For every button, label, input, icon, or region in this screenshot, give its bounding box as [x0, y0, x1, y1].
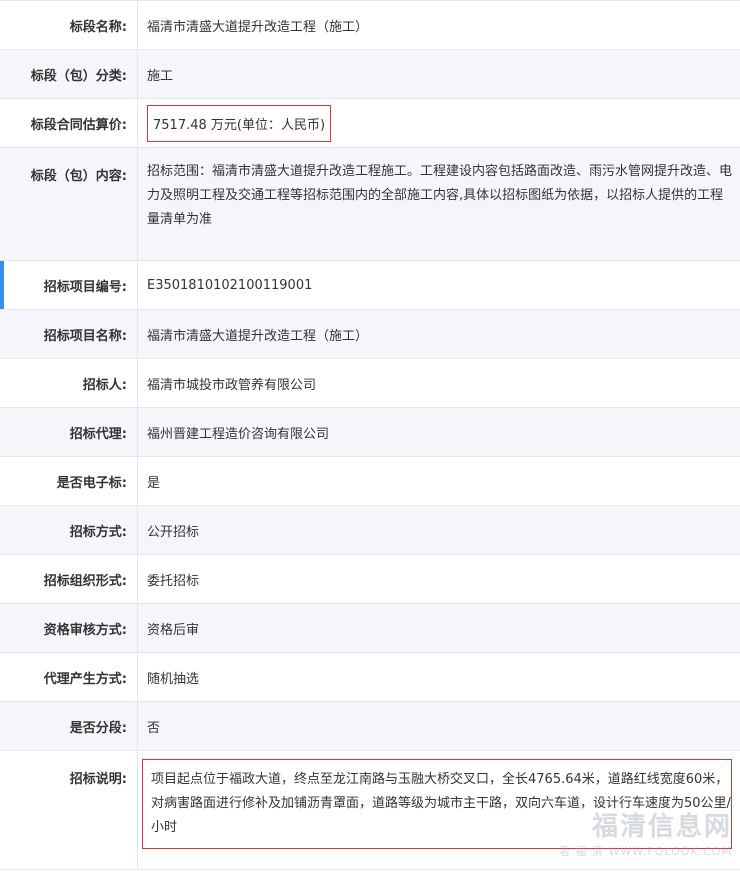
label-contract-estimate: 标段合同估算价: — [0, 99, 138, 147]
row-electronic-bid: 是否电子标: 是 — [0, 457, 740, 506]
row-project-name: 招标项目名称: 福清市清盛大道提升改造工程（施工） — [0, 310, 740, 359]
row-section-name: 标段名称: 福清市清盛大道提升改造工程（施工） — [0, 1, 740, 50]
row-agency: 招标代理: 福州晋建工程造价咨询有限公司 — [0, 408, 740, 457]
label-agency-selection: 代理产生方式: — [0, 653, 138, 701]
row-tender-method: 招标方式: 公开招标 — [0, 506, 740, 555]
value-qualification-review: 资格后审 — [147, 622, 200, 638]
row-organization-form: 招标组织形式: 委托招标 — [0, 555, 740, 604]
label-tender-method: 招标方式: — [0, 506, 138, 554]
label-project-number: 招标项目编号: — [0, 261, 138, 309]
row-contract-estimate: 标段合同估算价: 7517.48 万元(单位：人民币) — [0, 99, 740, 148]
label-electronic-bid: 是否电子标: — [0, 457, 138, 505]
value-tenderer: 福清市城投市政管养有限公司 — [147, 377, 317, 393]
value-section-category: 施工 — [147, 68, 174, 84]
label-qualification-review: 资格审核方式: — [0, 604, 138, 652]
row-section-content: 标段（包）内容: 招标范围：福清市清盛大道提升改造工程施工。工程建设内容包括路面… — [0, 148, 740, 261]
value-contract-estimate: 7517.48 万元(单位：人民币) — [147, 104, 332, 142]
value-contract-estimate-cell: 7517.48 万元(单位：人民币) — [138, 99, 740, 147]
value-project-number: E3501810102100119001 — [147, 277, 313, 293]
value-project-name: 福清市清盛大道提升改造工程（施工） — [147, 328, 369, 344]
label-tender-description: 招标说明: — [0, 751, 138, 869]
row-accent-bar — [0, 261, 4, 309]
row-tender-description: 招标说明: 项目起点位于福政大道，终点至龙江南路与玉融大桥交叉口，全长4765.… — [0, 751, 740, 870]
label-tenderer: 招标人: — [0, 359, 138, 407]
value-agency-selection: 随机抽选 — [147, 671, 200, 687]
label-segmented: 是否分段: — [0, 702, 138, 750]
value-tender-description: 项目起点位于福政大道，终点至龙江南路与玉融大桥交叉口，全长4765.64米，道路… — [142, 759, 732, 849]
value-organization-form: 委托招标 — [147, 573, 200, 589]
value-section-content: 招标范围：福清市清盛大道提升改造工程施工。工程建设内容包括路面改造、雨污水管网提… — [147, 164, 733, 227]
row-segmented: 是否分段: 否 — [0, 702, 740, 751]
label-organization-form: 招标组织形式: — [0, 555, 138, 603]
value-electronic-bid: 是 — [147, 475, 161, 491]
tender-info-table: 标段名称: 福清市清盛大道提升改造工程（施工） 标段（包）分类: 施工 标段合同… — [0, 0, 740, 870]
row-project-number: 招标项目编号: E3501810102100119001 — [0, 261, 740, 310]
row-qualification-review: 资格审核方式: 资格后审 — [0, 604, 740, 653]
label-section-name: 标段名称: — [0, 1, 138, 49]
label-project-name: 招标项目名称: — [0, 310, 138, 358]
label-section-content: 标段（包）内容: — [0, 148, 138, 260]
row-tenderer: 招标人: 福清市城投市政管养有限公司 — [0, 359, 740, 408]
row-section-category: 标段（包）分类: 施工 — [0, 50, 740, 99]
value-tender-method: 公开招标 — [147, 524, 200, 540]
value-tender-description-cell: 项目起点位于福政大道，终点至龙江南路与玉融大桥交叉口，全长4765.64米，道路… — [138, 751, 740, 869]
value-segmented: 否 — [147, 720, 161, 736]
label-section-category: 标段（包）分类: — [0, 50, 138, 98]
label-agency: 招标代理: — [0, 408, 138, 456]
row-agency-selection: 代理产生方式: 随机抽选 — [0, 653, 740, 702]
value-agency: 福州晋建工程造价咨询有限公司 — [147, 426, 330, 442]
value-section-name: 福清市清盛大道提升改造工程（施工） — [147, 19, 369, 35]
